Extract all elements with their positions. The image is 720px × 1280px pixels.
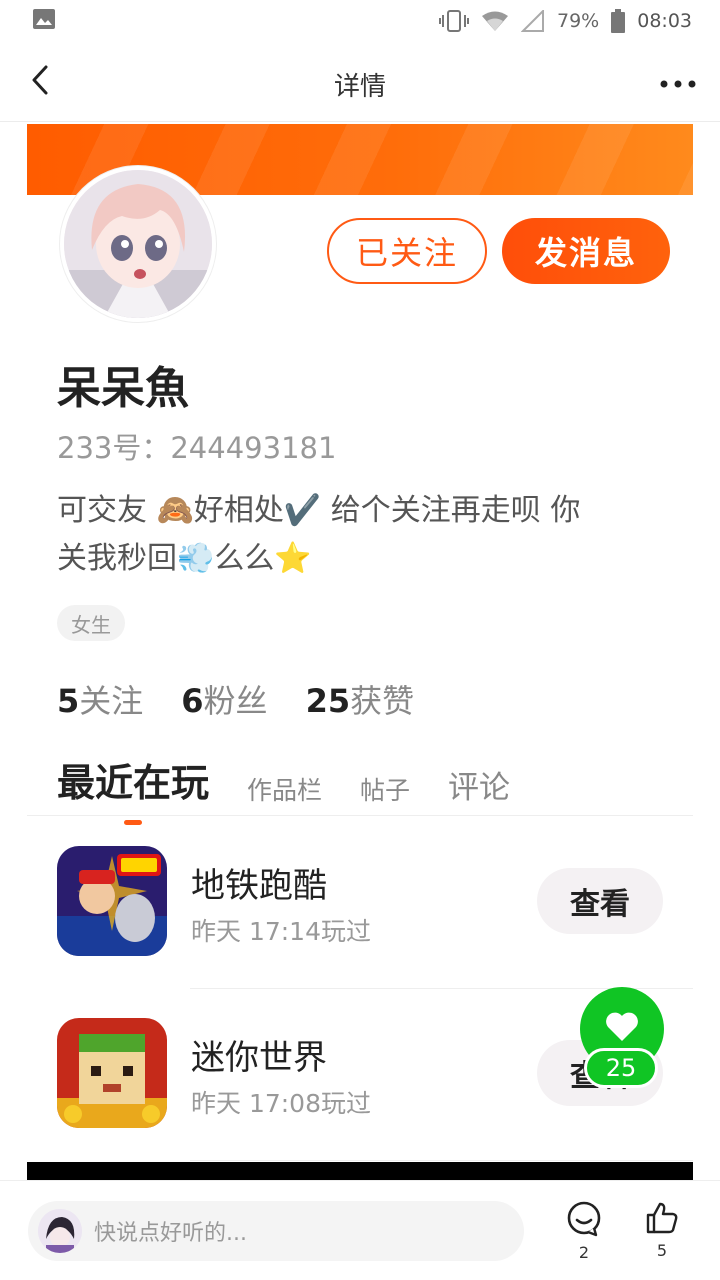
my-avatar (38, 1209, 82, 1253)
comment-icon (566, 1201, 602, 1241)
stat-label: 关注 (79, 682, 144, 720)
tab-works[interactable]: 作品栏 (247, 771, 322, 819)
avatar[interactable] (60, 166, 216, 322)
game-last-played: 昨天 17:08玩过 (191, 1089, 371, 1118)
stat-label: 获赞 (350, 682, 415, 720)
comment-button[interactable]: 2 (559, 1199, 609, 1269)
status-bar: 79% 08:03 (0, 0, 720, 42)
followed-button[interactable]: 已关注 (327, 218, 487, 284)
game-last-played: 昨天 17:14玩过 (191, 917, 371, 946)
game-item[interactable]: 地铁跑酷 昨天 17:14玩过 查看 (57, 846, 667, 961)
stat-count: 6 (181, 682, 204, 720)
stat-count: 25 (305, 682, 351, 720)
heart-icon (604, 1011, 640, 1047)
bio-line: 关我秒回💨么么⭐ (57, 541, 312, 576)
stat-label: 粉丝 (203, 682, 268, 720)
nav-bar: 详情 (0, 42, 720, 122)
like-count-badge: 25 (584, 1048, 658, 1088)
image-icon (32, 8, 56, 35)
game-icon (57, 1018, 167, 1128)
user-id-label: 233号： (57, 431, 171, 465)
tab-posts[interactable]: 帖子 (360, 771, 410, 819)
signal-icon (521, 10, 545, 32)
user-id: 233号：244493181 (57, 425, 336, 467)
user-id-value: 244493181 (170, 431, 337, 465)
send-message-button[interactable]: 发消息 (502, 218, 670, 284)
battery-percent: 79% (557, 10, 600, 32)
game-item[interactable]: 迷你世界 昨天 17:08玩过 查看 (57, 1018, 667, 1133)
stat-fans[interactable]: 6粉丝 (181, 676, 267, 722)
like-button[interactable]: 5 (637, 1199, 687, 1269)
loading-strip (27, 1162, 693, 1180)
stat-count: 5 (57, 682, 80, 720)
divider (27, 815, 693, 816)
stat-likes[interactable]: 25获赞 (306, 676, 415, 722)
stat-following[interactable]: 5关注 (57, 676, 143, 722)
user-bio: 可交友 🙈好相处✔️ 给个关注再走呗 你 关我秒回💨么么⭐ (57, 487, 657, 583)
game-name: 地铁跑酷 (191, 866, 327, 906)
profile-tabs: 最近在玩 作品栏 帖子 评论 (57, 752, 510, 825)
battery-icon (611, 9, 626, 33)
clock: 08:03 (637, 10, 692, 32)
username: 呆呆魚 (57, 363, 189, 414)
comment-placeholder: 快说点好听的... (94, 1221, 247, 1246)
profile-stats: 5关注 6粉丝 25获赞 (57, 676, 414, 722)
view-game-button[interactable]: 查看 (537, 868, 663, 934)
tab-recently-played[interactable]: 最近在玩 (57, 752, 209, 825)
game-icon (57, 846, 167, 956)
gender-tag: 女生 (57, 605, 125, 641)
wifi-icon (481, 10, 509, 32)
bottom-bar: 快说点好听的... 2 5 (0, 1180, 720, 1280)
comment-input[interactable]: 快说点好听的... (28, 1201, 524, 1261)
more-icon (660, 73, 696, 92)
comment-count: 2 (578, 1243, 590, 1262)
thumb-up-icon (645, 1201, 679, 1239)
divider (190, 1160, 693, 1161)
tab-comments[interactable]: 评论 (448, 762, 510, 819)
game-name: 迷你世界 (191, 1038, 327, 1078)
like-count: 5 (656, 1241, 668, 1260)
bio-line: 可交友 🙈好相处✔️ 给个关注再走呗 你 (57, 493, 581, 528)
vibrate-icon (439, 9, 469, 33)
page-title: 详情 (333, 72, 386, 102)
more-button[interactable] (658, 64, 698, 100)
